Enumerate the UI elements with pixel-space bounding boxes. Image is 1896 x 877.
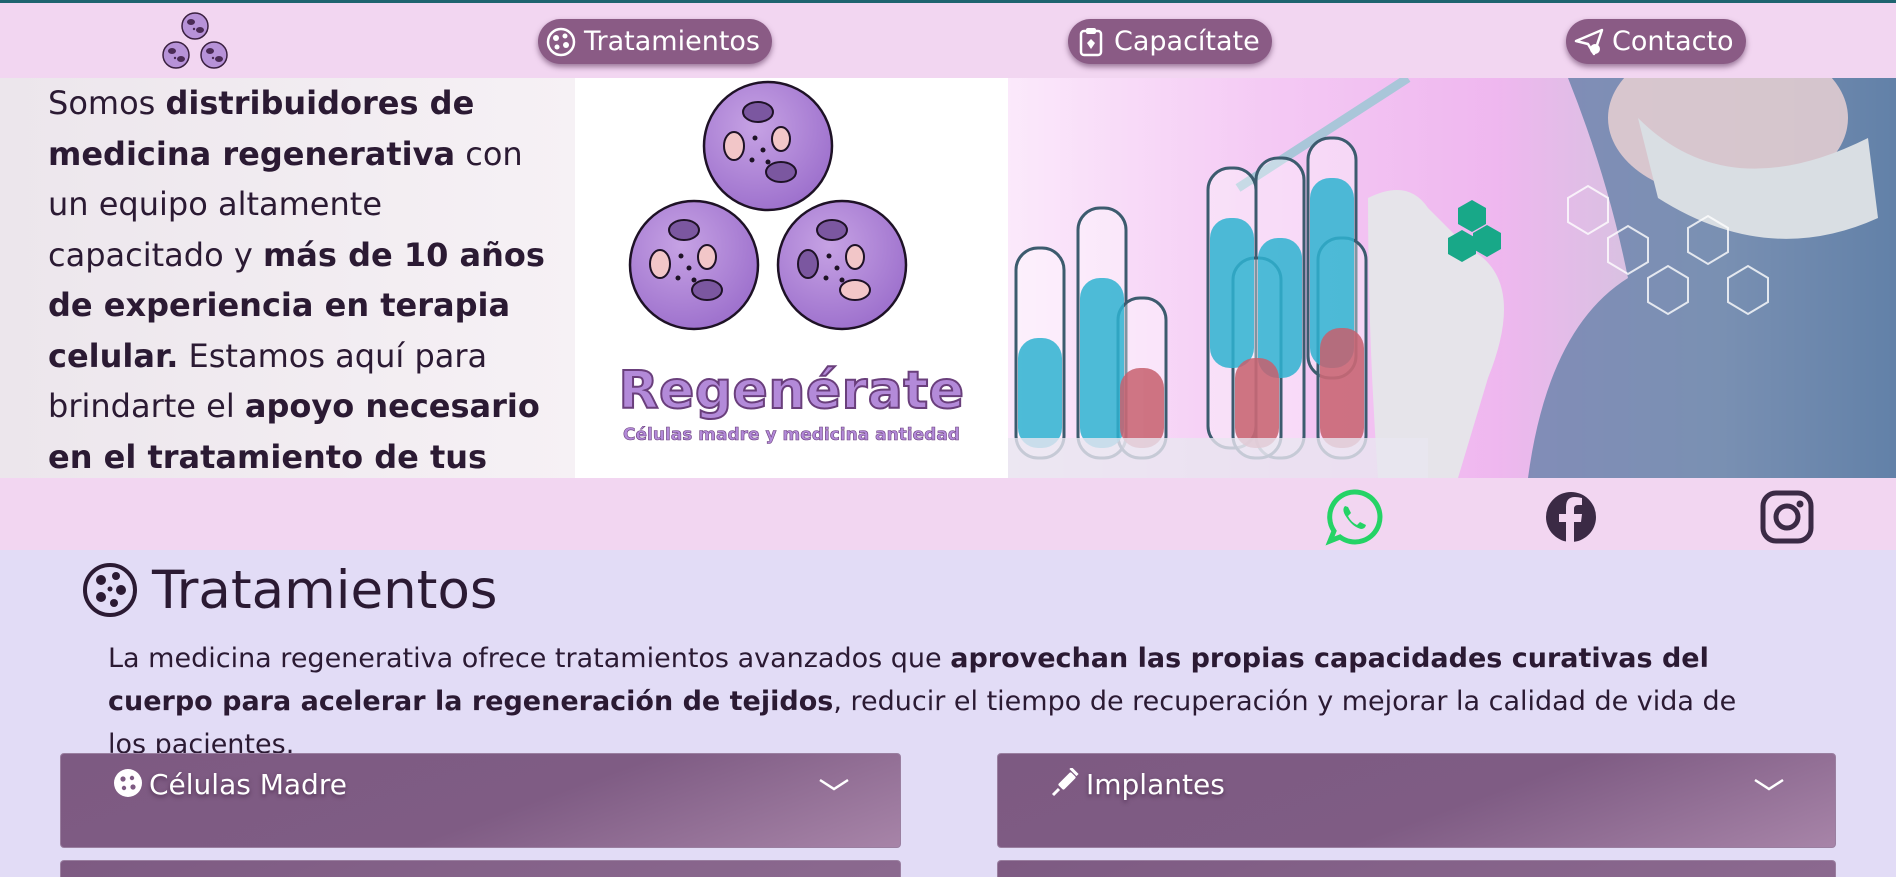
cells-icon bbox=[546, 27, 576, 57]
paper-plane-icon bbox=[1574, 27, 1604, 57]
nav-contacto-button[interactable]: Contacto bbox=[1566, 19, 1746, 64]
chevron-down-icon[interactable] bbox=[818, 778, 850, 792]
whatsapp-icon[interactable] bbox=[1325, 488, 1383, 546]
chevron-down-icon[interactable] bbox=[1753, 778, 1785, 792]
hero-paragraph: Somos distribuidores de medicina regener… bbox=[48, 84, 545, 526]
section-title: Tratamientos bbox=[152, 559, 498, 621]
cells-icon bbox=[83, 563, 137, 617]
brand-name: Regenérate bbox=[618, 360, 965, 422]
nav-tratamientos-button[interactable]: Tratamientos bbox=[538, 19, 773, 64]
cells-logo-illustration bbox=[628, 80, 908, 331]
accordion-next-right[interactable] bbox=[997, 860, 1836, 877]
lab-photo bbox=[1008, 78, 1896, 478]
nav-capacitate-label: Capacítate bbox=[1114, 26, 1260, 57]
accordion-next-left[interactable] bbox=[60, 860, 901, 877]
nav-capacitate-button[interactable]: Capacítate bbox=[1068, 19, 1272, 64]
brand-tagline: Células madre y medicina antiedad bbox=[623, 425, 961, 446]
hero-intro: Somos distribuidores de medicina regener… bbox=[0, 78, 575, 526]
hero: Somos distribuidores de medicina regener… bbox=[0, 78, 1896, 526]
nav-contacto-label: Contacto bbox=[1612, 26, 1734, 57]
navbar: Tratamientos Capacítate Contacto bbox=[0, 3, 1896, 78]
instagram-icon[interactable] bbox=[1758, 488, 1816, 546]
accordion-label: Implantes bbox=[1086, 768, 1225, 801]
social-bar bbox=[0, 478, 1896, 550]
accordion-implantes[interactable]: Implantes bbox=[997, 753, 1836, 848]
section-header: Tratamientos bbox=[82, 559, 498, 621]
lab-photo-illustration bbox=[1008, 78, 1896, 478]
accordion-label: Células Madre bbox=[149, 768, 347, 801]
section-description: La medicina regenerativa ofrece tratamie… bbox=[108, 643, 1737, 760]
clipboard-icon bbox=[1076, 27, 1106, 57]
brand-panel: Regenérate Células madre y medicina anti… bbox=[575, 78, 1008, 478]
syringe-icon bbox=[1051, 768, 1079, 797]
cells-logo-icon[interactable] bbox=[158, 11, 232, 75]
cells-icon bbox=[114, 769, 142, 797]
facebook-icon[interactable] bbox=[1542, 488, 1600, 546]
nav-tratamientos-label: Tratamientos bbox=[584, 26, 761, 57]
accordion-celulas-madre[interactable]: Células Madre bbox=[60, 753, 901, 848]
